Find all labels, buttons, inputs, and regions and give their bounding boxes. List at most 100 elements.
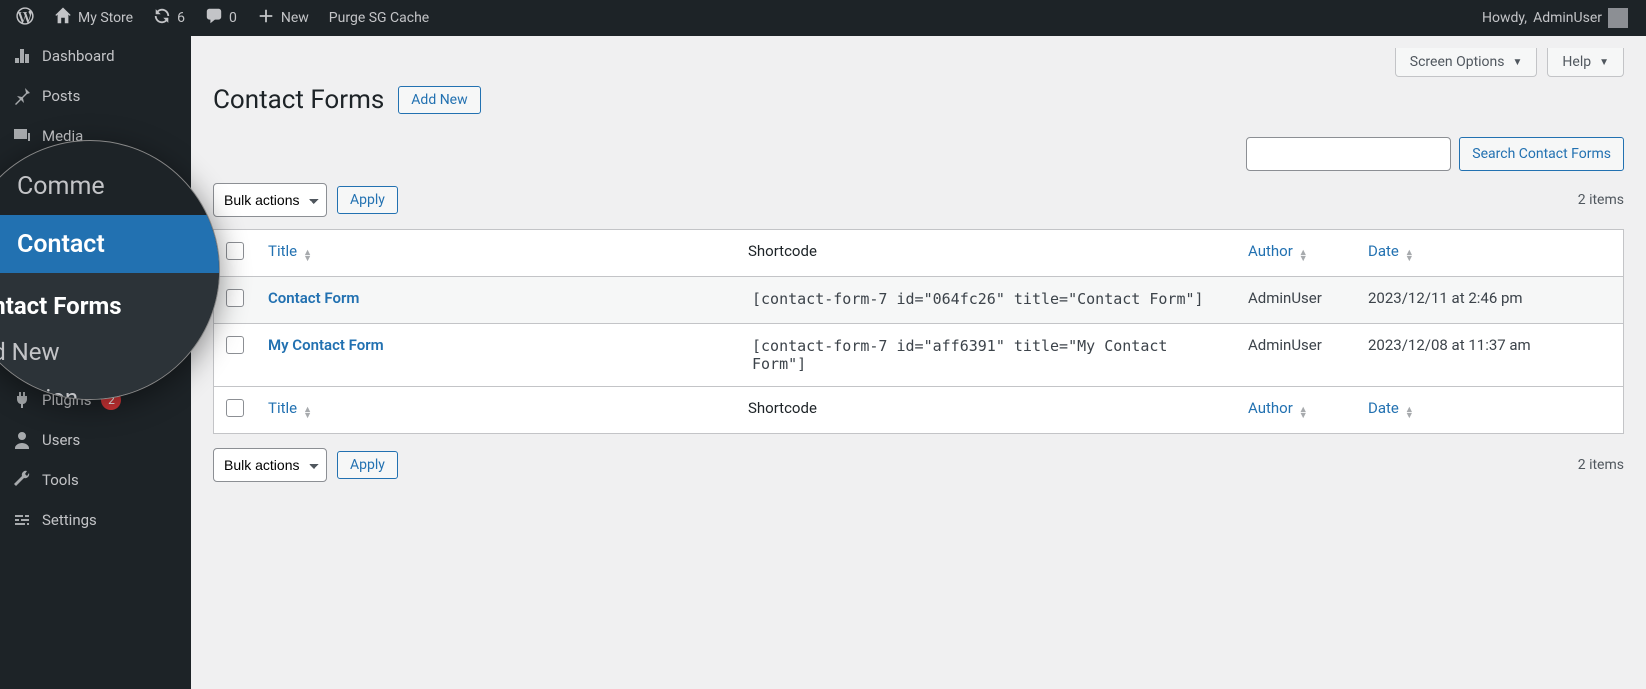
apply-button-top[interactable]: Apply: [337, 186, 398, 214]
search-button[interactable]: Search Contact Forms: [1459, 137, 1624, 171]
comments-link[interactable]: 0: [195, 0, 247, 36]
my-account-link[interactable]: Howdy, AdminUser: [1472, 0, 1638, 36]
sidebar-item-label: Posts: [42, 87, 80, 105]
search-input[interactable]: [1246, 137, 1451, 171]
col-label: Title: [268, 399, 297, 417]
site-name: My Store: [78, 10, 133, 26]
table-row: My Contact Form [contact-form-7 id="aff6…: [214, 324, 1624, 387]
purge-cache-link[interactable]: Purge SG Cache: [319, 0, 439, 36]
sort-icon: ▲▼: [303, 250, 312, 262]
apply-label: Apply: [350, 457, 385, 473]
site-name-link[interactable]: My Store: [44, 0, 143, 36]
updates-count: 6: [177, 10, 185, 26]
screen-options-tab[interactable]: Screen Options ▼: [1395, 48, 1538, 77]
col-label: Shortcode: [748, 242, 817, 260]
row-date: 2023/12/11 at 2:46 pm: [1356, 277, 1624, 324]
howdy-user: AdminUser: [1533, 10, 1602, 26]
col-label: Date: [1368, 242, 1399, 260]
chevron-down-icon: ▼: [1513, 57, 1523, 68]
wordpress-icon: [16, 7, 34, 29]
items-count-bottom: 2 items: [1578, 457, 1624, 473]
row-title-link[interactable]: My Contact Form: [268, 336, 384, 354]
sidebar-item-label: Users: [42, 431, 80, 449]
help-label: Help: [1562, 54, 1591, 70]
row-shortcode[interactable]: [contact-form-7 id="064fc26" title="Cont…: [748, 289, 1208, 309]
sidebar-item-label: Tools: [42, 471, 79, 489]
col-date[interactable]: Date ▲▼: [1356, 230, 1624, 277]
col-author[interactable]: Author▲▼: [1236, 387, 1356, 434]
zoom-sub-label: Add New: [0, 338, 60, 366]
screen-options-label: Screen Options: [1410, 54, 1505, 70]
col-label: Date: [1368, 399, 1399, 417]
wp-logo[interactable]: [6, 0, 44, 36]
dashboard-icon: [12, 46, 32, 66]
zoom-sub-add-new: Add New: [0, 329, 219, 375]
row-checkbox[interactable]: [226, 336, 244, 354]
col-date[interactable]: Date ▲▼: [1356, 387, 1624, 434]
table-row: Contact Form [contact-form-7 id="064fc26…: [214, 277, 1624, 324]
content-area: Screen Options ▼ Help ▼ Contact Forms Ad…: [191, 36, 1646, 689]
row-shortcode[interactable]: [contact-form-7 id="aff6391" title="My C…: [748, 336, 1224, 374]
bulk-actions-bottom[interactable]: Bulk actions: [213, 448, 327, 482]
chevron-down-icon: ▼: [1599, 57, 1609, 68]
col-title[interactable]: Title ▲▼: [256, 387, 736, 434]
new-content-link[interactable]: New: [247, 0, 319, 36]
col-title[interactable]: Title ▲▼: [256, 230, 736, 277]
admin-bar: My Store 6 0 New Purge SG Cache Howdy, A…: [0, 0, 1646, 36]
refresh-icon: [153, 7, 171, 29]
sort-icon: ▲▼: [1299, 407, 1308, 419]
sort-icon: ▲▼: [1405, 250, 1414, 262]
add-new-button[interactable]: Add New: [398, 86, 480, 114]
sidebar-item-label: Dashboard: [42, 47, 115, 65]
sidebar-item-posts[interactable]: Posts: [0, 76, 191, 116]
apply-label: Apply: [350, 192, 385, 208]
comment-icon: [0, 171, 3, 201]
user-icon: [12, 430, 32, 450]
zoom-sub-integration: Integration: [0, 375, 219, 400]
sidebar-item-users[interactable]: Users: [0, 420, 191, 460]
apply-button-bottom[interactable]: Apply: [337, 451, 398, 479]
add-new-label: Add New: [411, 92, 467, 108]
page-title: Contact Forms: [213, 85, 384, 115]
help-tab[interactable]: Help ▼: [1547, 48, 1624, 77]
updates-link[interactable]: 6: [143, 0, 195, 36]
row-author: AdminUser: [1236, 324, 1356, 387]
select-all-bottom[interactable]: [226, 399, 244, 417]
sliders-icon: [12, 510, 32, 530]
row-title-link[interactable]: Contact Form: [268, 289, 359, 307]
purge-label: Purge SG Cache: [329, 10, 429, 26]
new-label: New: [281, 10, 309, 26]
sidebar-item-settings[interactable]: Settings: [0, 500, 191, 540]
sort-icon: ▲▼: [303, 407, 312, 419]
sidebar-item-dashboard[interactable]: Dashboard: [0, 36, 191, 76]
zoom-lens: Comme Contact Contact Forms Add New Inte…: [0, 140, 220, 400]
items-count-top: 2 items: [1578, 192, 1624, 208]
sidebar-item-tools[interactable]: Tools: [0, 460, 191, 500]
plus-icon: [257, 7, 275, 29]
zoom-sub-contact-forms: Contact Forms: [0, 283, 219, 329]
select-all-top[interactable]: [226, 242, 244, 260]
col-label: Shortcode: [748, 399, 817, 417]
zoom-comments-label: Comme: [17, 172, 105, 201]
row-author: AdminUser: [1236, 277, 1356, 324]
comment-icon: [205, 7, 223, 29]
wrench-icon: [12, 470, 32, 490]
comments-count: 0: [229, 10, 237, 26]
search-button-label: Search Contact Forms: [1472, 146, 1611, 162]
mail-icon: [0, 229, 3, 259]
bulk-actions-top[interactable]: Bulk actions: [213, 183, 327, 217]
sidebar-item-label: Settings: [42, 511, 97, 529]
col-author[interactable]: Author ▲▼: [1236, 230, 1356, 277]
howdy-prefix: Howdy,: [1482, 10, 1527, 26]
row-date: 2023/12/08 at 11:37 am: [1356, 324, 1624, 387]
col-label: Author: [1248, 242, 1293, 260]
forms-table: Title ▲▼ Shortcode Author ▲▼ Date ▲▼ Contac…: [213, 229, 1624, 434]
zoom-sub-label: Integration: [0, 384, 78, 400]
col-label: Title: [268, 242, 297, 260]
zoom-contact-label: Contact: [17, 230, 105, 259]
sort-icon: ▲▼: [1405, 407, 1414, 419]
avatar: [1608, 8, 1628, 28]
sort-icon: ▲▼: [1299, 250, 1308, 262]
zoom-sub-label: Contact Forms: [0, 292, 122, 320]
row-checkbox[interactable]: [226, 289, 244, 307]
